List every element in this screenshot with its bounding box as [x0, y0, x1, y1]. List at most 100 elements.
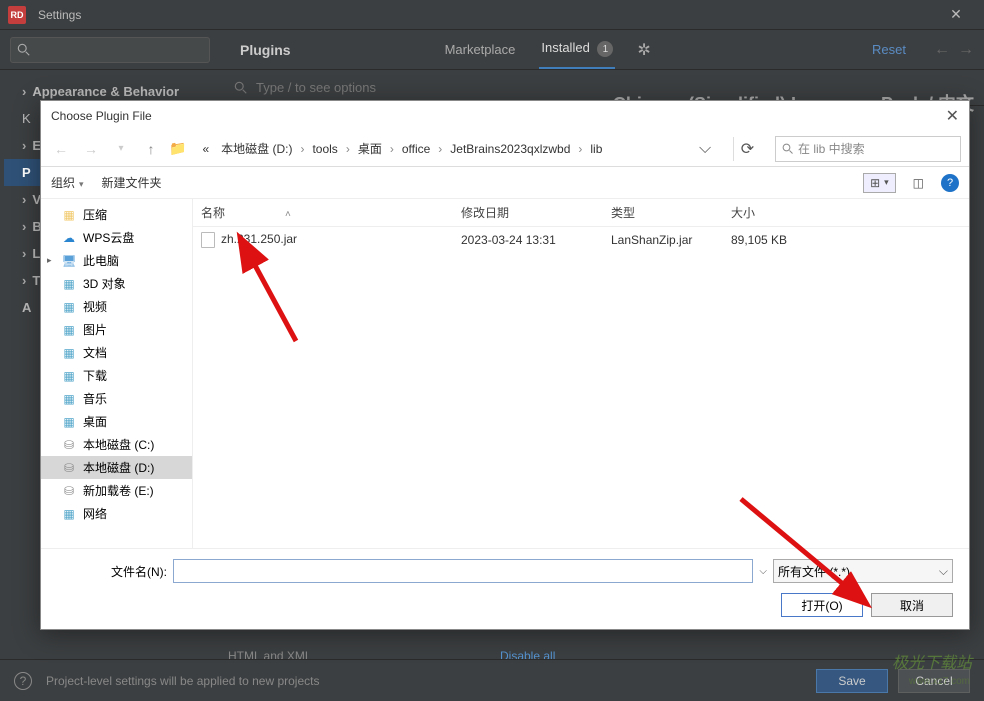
- dialog-title: Choose Plugin File: [51, 109, 152, 123]
- tree-item-label: 图片: [83, 321, 107, 338]
- folder-icon: ▦: [61, 207, 77, 223]
- file-icon: [201, 232, 215, 248]
- folder-tree[interactable]: ▦压缩☁WPS云盘▸🖥此电脑▦3D 对象▦视频▦图片▦文档▦下载▦音乐▦桌面⛁本…: [41, 199, 193, 548]
- disk-icon: ⛁: [61, 437, 77, 453]
- dialog-cancel-button[interactable]: 取消: [871, 593, 953, 617]
- refresh-icon[interactable]: ⟳: [733, 137, 761, 161]
- tree-item[interactable]: ▦ 图片: [41, 318, 192, 341]
- crumb-1[interactable]: 本地磁盘 (D:): [217, 138, 296, 159]
- tree-item[interactable]: ▦ 文档: [41, 341, 192, 364]
- filter-select[interactable]: 所有文件 (*.*): [773, 559, 953, 583]
- crumb-4[interactable]: office: [398, 140, 434, 158]
- search-hint: Type / to see options: [256, 80, 376, 95]
- tree-item-label: 视频: [83, 298, 107, 315]
- breadcrumb[interactable]: « 本地磁盘 (D:)› tools› 桌面› office› JetBrain…: [198, 138, 693, 159]
- titlebar: RD Settings ✕: [0, 0, 984, 30]
- chevron-down-icon[interactable]: ▾: [109, 137, 133, 161]
- tree-item-label: 文档: [83, 344, 107, 361]
- gen-icon: ▦: [61, 368, 77, 384]
- new-folder-button[interactable]: 新建文件夹: [102, 174, 162, 191]
- reset-button[interactable]: Reset: [872, 42, 906, 57]
- save-button[interactable]: Save: [816, 669, 888, 693]
- nav-forward-icon[interactable]: →: [958, 41, 974, 59]
- app-icon: RD: [8, 6, 26, 24]
- tree-item[interactable]: ▸🖥此电脑: [41, 249, 192, 272]
- tree-item[interactable]: ▦ 音乐: [41, 387, 192, 410]
- gen-icon: ▦: [61, 322, 77, 338]
- dialog-titlebar: Choose Plugin File ✕: [41, 101, 969, 131]
- close-icon[interactable]: ✕: [936, 6, 976, 23]
- filename-input[interactable]: [173, 559, 753, 583]
- info-icon: ?: [14, 672, 32, 690]
- installed-count-badge: 1: [597, 41, 613, 57]
- tree-item-label: 压缩: [83, 206, 107, 223]
- dialog-search-input[interactable]: 在 lib 中搜索: [775, 136, 961, 162]
- gen-icon: ▦: [61, 299, 77, 315]
- tree-item[interactable]: ▦ 压缩: [41, 203, 192, 226]
- tree-item[interactable]: ▦ 视频: [41, 295, 192, 318]
- pc-icon: 🖥: [61, 253, 77, 269]
- crumb-6[interactable]: lib: [586, 140, 606, 158]
- gear-icon[interactable]: ✲: [637, 40, 650, 60]
- filename-label: 文件名(N):: [57, 563, 167, 580]
- dialog-bottom: 文件名(N): ⌵ 所有文件 (*.*) 打开(O) 取消: [41, 548, 969, 629]
- file-list: 名称˄ 修改日期 类型 大小 zh.231.250.jar2023-03-24 …: [193, 199, 969, 548]
- tab-marketplace[interactable]: Marketplace: [443, 32, 518, 67]
- search-icon: [782, 143, 794, 155]
- wps-icon: ☁: [61, 230, 77, 246]
- tree-item[interactable]: ⛁本地磁盘 (C:): [41, 433, 192, 456]
- tree-item[interactable]: ▦网络: [41, 502, 192, 525]
- footer-note: Project-level settings will be applied t…: [46, 674, 319, 688]
- tab-installed[interactable]: Installed 1: [539, 30, 615, 70]
- preview-pane-icon[interactable]: ◫: [906, 173, 931, 193]
- col-size[interactable]: 大小: [723, 204, 823, 221]
- gen-icon: ▦: [61, 414, 77, 430]
- help-icon[interactable]: ?: [941, 174, 959, 192]
- disk-icon: ⛁: [61, 483, 77, 499]
- tree-item[interactable]: ▦ 桌面: [41, 410, 192, 433]
- dialog-toolbar: 组织 新建文件夹 ⊞ ▾ ◫ ?: [41, 167, 969, 199]
- gen-icon: ▦: [61, 276, 77, 292]
- tree-item[interactable]: ☁WPS云盘: [41, 226, 192, 249]
- gen-icon: ▦: [61, 391, 77, 407]
- tree-item-label: 本地磁盘 (D:): [83, 459, 154, 476]
- nav-back-icon[interactable]: ←: [49, 137, 73, 161]
- tree-item[interactable]: ⛁ 本地磁盘 (D:): [41, 456, 192, 479]
- search-placeholder: 在 lib 中搜索: [798, 140, 865, 157]
- toolbar: Plugins Marketplace Installed 1 ✲ Reset …: [0, 30, 984, 70]
- breadcrumb-dropdown-icon[interactable]: ⌵: [699, 140, 727, 158]
- watermark-sub: www.xz7.com: [909, 676, 970, 687]
- gen-icon: ▦: [61, 345, 77, 361]
- folder-icon: 📁: [169, 140, 186, 157]
- col-type[interactable]: 类型: [603, 204, 723, 221]
- file-row[interactable]: zh.231.250.jar2023-03-24 13:31LanShanZip…: [193, 227, 969, 253]
- gen-icon: ▦: [61, 506, 77, 522]
- tree-item-label: 桌面: [83, 413, 107, 430]
- tab-installed-label: Installed: [541, 40, 589, 55]
- tree-item-label: 音乐: [83, 390, 107, 407]
- col-date[interactable]: 修改日期: [453, 204, 603, 221]
- organize-menu[interactable]: 组织: [51, 174, 84, 191]
- nav-back-icon[interactable]: ←: [934, 41, 950, 59]
- crumb-3[interactable]: 桌面: [354, 138, 386, 159]
- tree-item-label: 3D 对象: [83, 275, 126, 292]
- crumb-root[interactable]: «: [198, 140, 213, 158]
- tree-item[interactable]: ▦ 3D 对象: [41, 272, 192, 295]
- disk-icon: ⛁: [61, 460, 77, 476]
- page-title: Plugins: [240, 42, 291, 58]
- crumb-5[interactable]: JetBrains2023qxlzwbd: [446, 140, 574, 158]
- window-title: Settings: [38, 8, 81, 22]
- view-details-icon[interactable]: ⊞ ▾: [863, 173, 896, 193]
- list-header[interactable]: 名称˄ 修改日期 类型 大小: [193, 199, 969, 227]
- nav-arrows: ← →: [934, 41, 974, 59]
- crumb-2[interactable]: tools: [308, 140, 341, 158]
- col-name[interactable]: 名称˄: [193, 204, 453, 221]
- tree-item[interactable]: ⛁新加载卷 (E:): [41, 479, 192, 502]
- footer: ? Project-level settings will be applied…: [0, 659, 984, 701]
- nav-forward-icon[interactable]: →: [79, 137, 103, 161]
- settings-search-input[interactable]: [10, 37, 210, 63]
- dialog-close-icon[interactable]: ✕: [946, 106, 959, 126]
- open-button[interactable]: 打开(O): [781, 593, 863, 617]
- tree-item[interactable]: ▦下载: [41, 364, 192, 387]
- nav-up-icon[interactable]: ↑: [139, 137, 163, 161]
